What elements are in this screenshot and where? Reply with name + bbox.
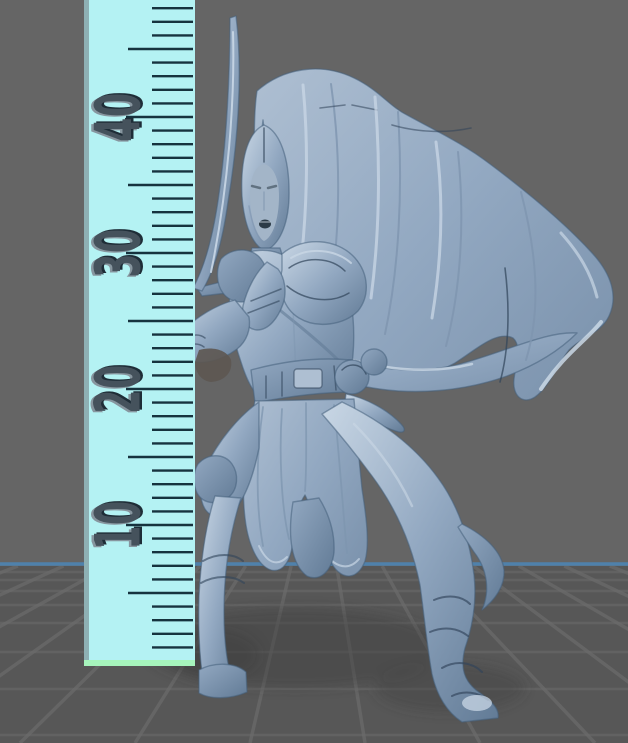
- ruler-number-30: 30: [82, 228, 155, 277]
- boot-toe-highlight: [462, 695, 492, 711]
- ruler-model[interactable]: 10 20 30 40: [82, 0, 195, 666]
- ruler-number-10: 10: [82, 500, 155, 549]
- hip-pouch-small: [361, 349, 387, 375]
- left-boot-sole: [199, 664, 247, 698]
- belt-buckle: [294, 369, 322, 388]
- ruler-number-20: 20: [82, 364, 155, 413]
- ruler-bottom-edge: [84, 660, 195, 666]
- ruler-number-40: 40: [82, 92, 155, 141]
- 3d-viewport[interactable]: 10 20 30 40: [0, 0, 628, 743]
